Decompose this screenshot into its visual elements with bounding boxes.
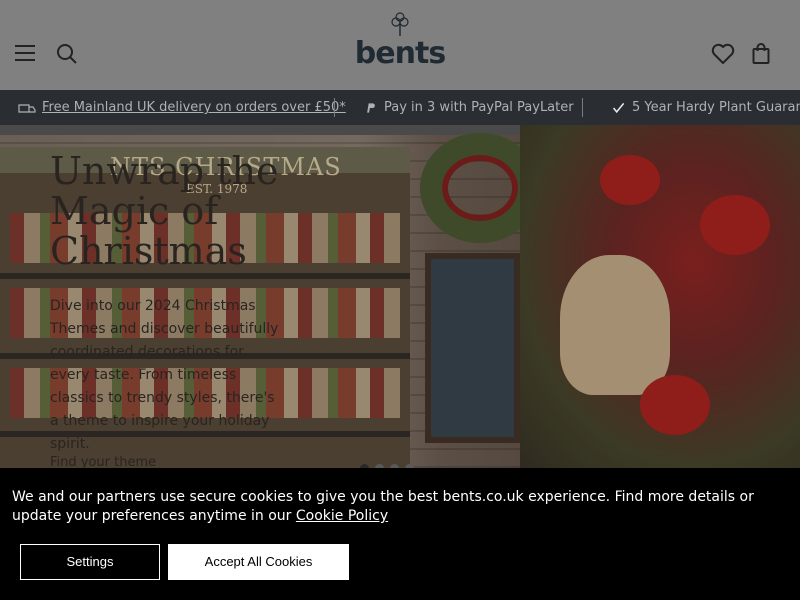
cookie-consent-banner: We and our partners use secure cookies t…: [0, 468, 800, 600]
teddy-bear-image: [560, 255, 670, 395]
shelf: [0, 273, 410, 279]
heart-icon[interactable]: [711, 43, 735, 65]
hero-title: Unwrap the Magic of Christmas: [50, 149, 279, 273]
shopping-bag-icon[interactable]: [752, 43, 770, 64]
usp-bar: Free Mainland UK delivery on orders over…: [0, 90, 800, 125]
window-image: [425, 253, 520, 443]
checkmark-icon: [612, 102, 625, 113]
bents-logo[interactable]: bents: [352, 12, 448, 72]
delivery-van-icon: [18, 103, 36, 113]
accept-all-cookies-button[interactable]: Accept All Cookies: [168, 544, 349, 580]
usp-guarantee[interactable]: 5 Year Hardy Plant Guarantee: [612, 100, 800, 116]
usp-divider: [334, 98, 335, 117]
cookie-message: We and our partners use secure cookies t…: [12, 488, 782, 526]
usp-paypal-label: Pay in 3 with PayPal PayLater: [384, 100, 574, 115]
hamburger-menu-icon[interactable]: [15, 45, 35, 63]
paypal-icon: [367, 102, 375, 113]
poinsettia: [700, 195, 770, 255]
cookie-policy-link[interactable]: Cookie Policy: [296, 508, 388, 524]
search-icon[interactable]: [56, 43, 78, 65]
usp-delivery[interactable]: Free Mainland UK delivery on orders over…: [18, 100, 346, 116]
logo-mark-icon: [391, 12, 409, 36]
hero-cta-link[interactable]: Find your theme: [50, 455, 156, 468]
poinsettia: [600, 155, 660, 205]
site-header: bents: [0, 0, 800, 90]
usp-divider: [582, 98, 583, 117]
hero-banner[interactable]: NTS CHRISTMAS EST. 1978 Unwrap the Magic…: [0, 125, 800, 468]
cookie-settings-button[interactable]: Settings: [20, 544, 160, 580]
poinsettia: [640, 375, 710, 435]
carousel-dots: [360, 458, 420, 468]
logo-wordmark: bents: [354, 36, 446, 71]
usp-delivery-label[interactable]: Free Mainland UK delivery on orders over…: [42, 100, 346, 115]
hero-description: Dive into our 2024 Christmas Themes and …: [50, 298, 279, 452]
usp-paypal[interactable]: Pay in 3 with PayPal PayLater: [364, 100, 574, 116]
usp-guarantee-label: 5 Year Hardy Plant Guarantee: [632, 100, 800, 115]
